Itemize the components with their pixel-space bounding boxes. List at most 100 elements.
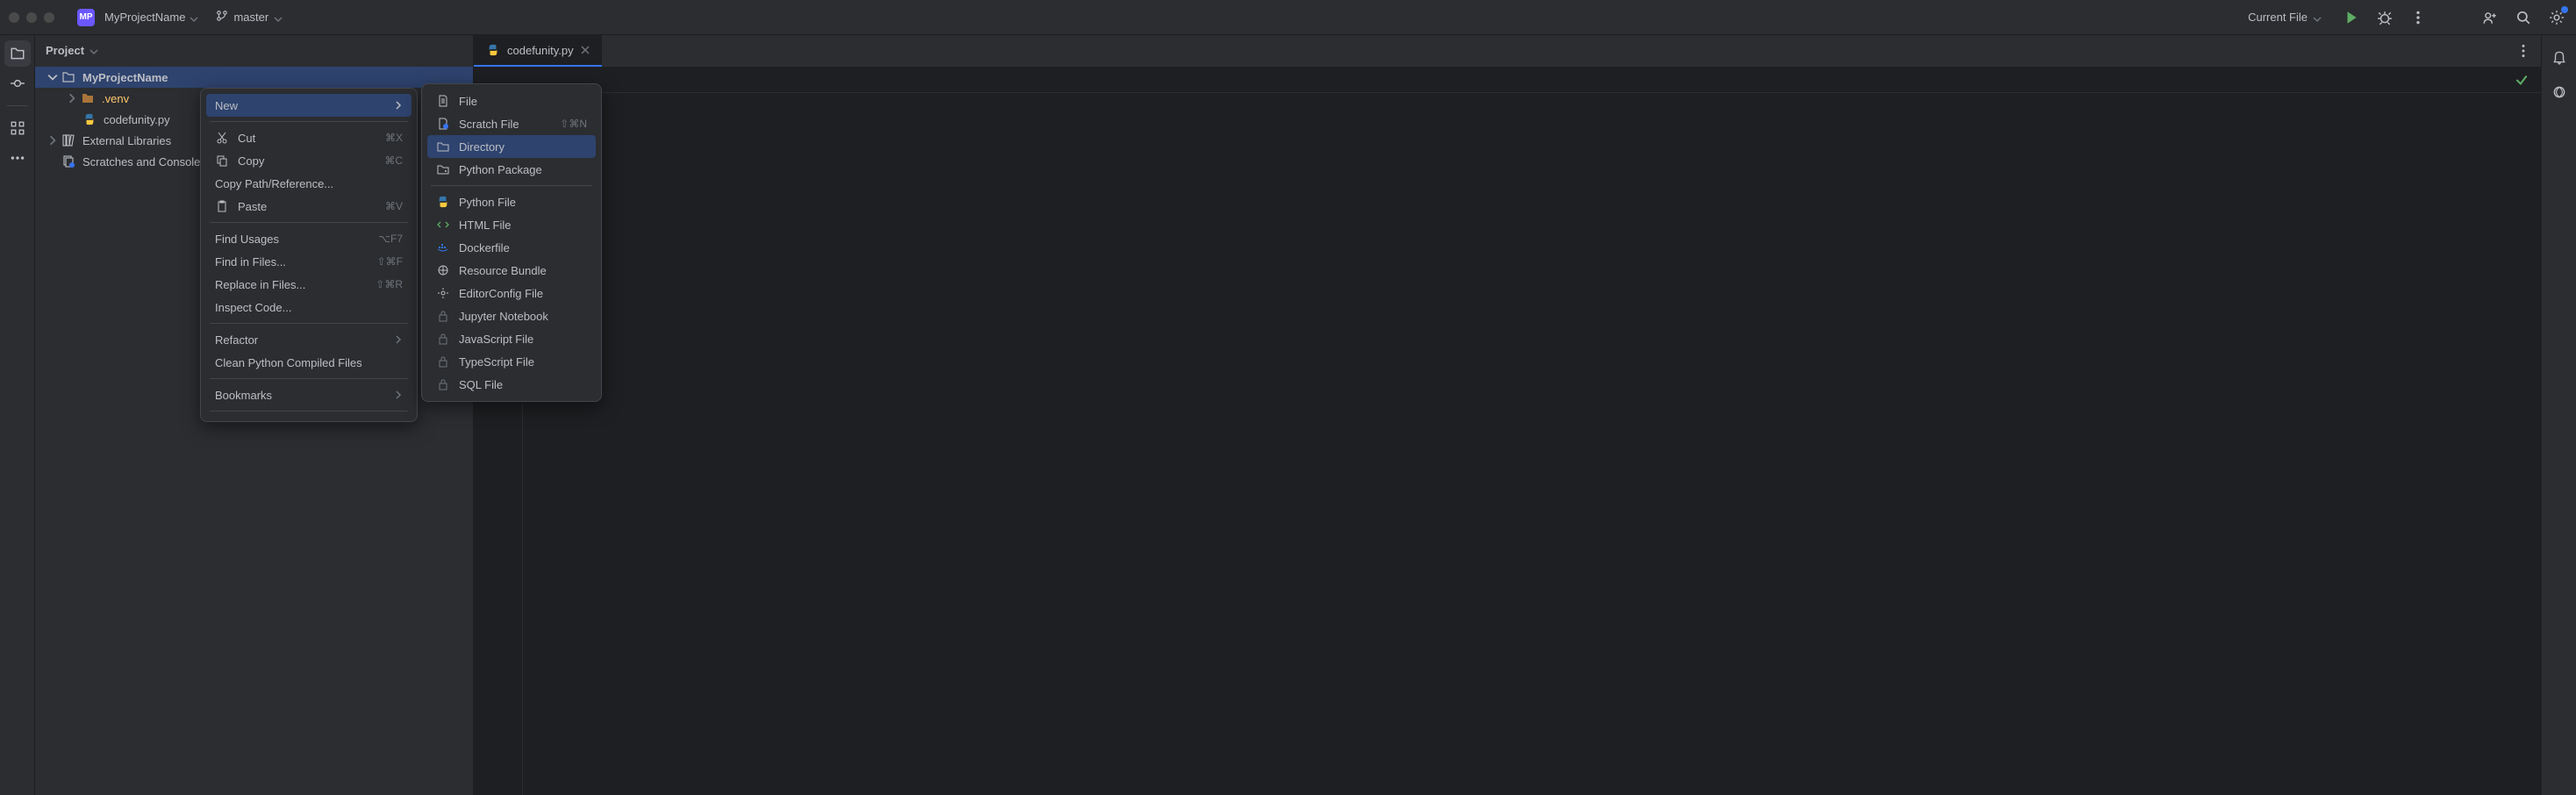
menu-separator: [210, 222, 408, 223]
resource-icon: [436, 263, 450, 277]
expand-arrow-icon[interactable]: [47, 72, 58, 82]
scratch-file-icon: [436, 117, 450, 131]
menu-item-find-usages[interactable]: Find Usages ⌥F7: [206, 227, 411, 250]
menu-item-new-file[interactable]: File: [427, 90, 596, 112]
menu-label: Jupyter Notebook: [459, 310, 548, 323]
titlebar-right-controls: Current File: [2241, 7, 2567, 28]
gear-icon: [436, 286, 450, 300]
code-area[interactable]: [523, 93, 2541, 795]
menu-item-dockerfile[interactable]: Dockerfile: [427, 236, 596, 259]
menu-item-resource-bundle[interactable]: Resource Bundle: [427, 259, 596, 282]
menu-label: New: [215, 99, 238, 112]
tree-label: codefunity.py: [104, 113, 170, 126]
menu-item-clean-python[interactable]: Clean Python Compiled Files: [206, 351, 411, 374]
folder-icon: [61, 70, 75, 84]
lock-icon: [436, 332, 450, 346]
menu-label: Clean Python Compiled Files: [215, 356, 362, 369]
menu-label: SQL File: [459, 378, 503, 391]
menu-separator: [210, 378, 408, 379]
menu-shortcut: ⌘C: [384, 154, 403, 167]
menu-separator: [210, 411, 408, 412]
tab-more-button[interactable]: [2513, 40, 2534, 61]
menu-separator: [210, 323, 408, 324]
editor-tab-bar: codefunity.py: [474, 35, 2541, 67]
editor-body[interactable]: [474, 93, 2541, 795]
more-tools-button[interactable]: [4, 145, 31, 171]
menu-label: Paste: [238, 200, 267, 213]
menu-item-python-package[interactable]: Python Package: [427, 158, 596, 181]
menu-item-typescript[interactable]: TypeScript File: [427, 350, 596, 373]
menu-label: Resource Bundle: [459, 264, 547, 277]
menu-item-sql[interactable]: SQL File: [427, 373, 596, 396]
menu-item-refactor[interactable]: Refactor: [206, 328, 411, 351]
chevron-down-icon: [2313, 13, 2322, 22]
search-button[interactable]: [2513, 7, 2534, 28]
settings-button[interactable]: [2546, 7, 2567, 28]
menu-item-directory[interactable]: Directory: [427, 135, 596, 158]
left-tool-rail: [0, 35, 35, 795]
notifications-button[interactable]: [2546, 44, 2572, 70]
minimize-window-icon[interactable]: [26, 12, 37, 23]
tree-row-project-root[interactable]: MyProjectName: [35, 67, 473, 88]
menu-label: Inspect Code...: [215, 301, 291, 314]
ai-assistant-button[interactable]: [2546, 79, 2572, 105]
check-status-icon[interactable]: [2511, 69, 2532, 90]
menu-shortcut: ⌥F7: [378, 233, 403, 245]
menu-item-editorconfig[interactable]: EditorConfig File: [427, 282, 596, 304]
maximize-window-icon[interactable]: [44, 12, 54, 23]
library-folder-icon: [81, 91, 95, 105]
menu-item-html-file[interactable]: HTML File: [427, 213, 596, 236]
menu-label: Python Package: [459, 163, 542, 176]
menu-shortcut: ⇧⌘R: [376, 278, 403, 290]
menu-item-python-file[interactable]: Python File: [427, 190, 596, 213]
menu-item-cut[interactable]: Cut ⌘X: [206, 126, 411, 149]
menu-shortcut: ⇧⌘F: [377, 255, 403, 268]
menu-item-find-in-files[interactable]: Find in Files... ⇧⌘F: [206, 250, 411, 273]
branch-selector[interactable]: master: [216, 10, 283, 25]
new-submenu: File Scratch File ⇧⌘N Directory Python P…: [421, 83, 602, 402]
more-actions-button[interactable]: [2408, 7, 2429, 28]
submenu-arrow-icon: [394, 333, 403, 347]
debug-button[interactable]: [2374, 7, 2395, 28]
close-window-icon[interactable]: [9, 12, 19, 23]
menu-item-jupyter[interactable]: Jupyter Notebook: [427, 304, 596, 327]
project-tool-button[interactable]: [4, 40, 31, 67]
menu-item-javascript[interactable]: JavaScript File: [427, 327, 596, 350]
close-tab-button[interactable]: [581, 44, 590, 57]
tab-label: codefunity.py: [507, 44, 574, 57]
run-config-selector[interactable]: Current File: [2241, 7, 2329, 27]
lock-icon: [436, 377, 450, 391]
project-selector[interactable]: MP MyProjectName: [70, 5, 205, 30]
menu-item-copy[interactable]: Copy ⌘C: [206, 149, 411, 172]
menu-item-replace-in-files[interactable]: Replace in Files... ⇧⌘R: [206, 273, 411, 296]
menu-item-new[interactable]: New: [206, 94, 411, 117]
menu-item-inspect-code[interactable]: Inspect Code...: [206, 296, 411, 319]
editor-toolbar: [474, 67, 2541, 93]
menu-item-scratch-file[interactable]: Scratch File ⇧⌘N: [427, 112, 596, 135]
menu-item-paste[interactable]: Paste ⌘V: [206, 195, 411, 218]
expand-arrow-icon[interactable]: [67, 93, 77, 104]
chevron-down-icon: [89, 46, 98, 54]
menu-separator: [431, 185, 592, 186]
python-file-icon: [82, 112, 97, 126]
menu-label: Python File: [459, 196, 516, 209]
menu-label: File: [459, 95, 477, 108]
menu-item-copy-path[interactable]: Copy Path/Reference...: [206, 172, 411, 195]
structure-tool-button[interactable]: [4, 115, 31, 141]
menu-item-bookmarks[interactable]: Bookmarks: [206, 383, 411, 406]
editor-tab[interactable]: codefunity.py: [474, 35, 602, 67]
menu-label: Find Usages: [215, 233, 279, 246]
menu-label: Copy: [238, 154, 264, 168]
run-button[interactable]: [2341, 7, 2362, 28]
docker-icon: [436, 240, 450, 254]
project-panel-header[interactable]: Project: [35, 35, 473, 65]
run-config-label: Current File: [2248, 11, 2308, 24]
expand-arrow-icon[interactable]: [47, 135, 58, 146]
lock-icon: [436, 309, 450, 323]
menu-shortcut: ⇧⌘N: [560, 118, 587, 130]
lock-icon: [436, 355, 450, 369]
commit-tool-button[interactable]: [4, 70, 31, 97]
menu-label: Refactor: [215, 333, 258, 347]
code-with-me-button[interactable]: [2479, 7, 2501, 28]
menu-label: Dockerfile: [459, 241, 510, 254]
